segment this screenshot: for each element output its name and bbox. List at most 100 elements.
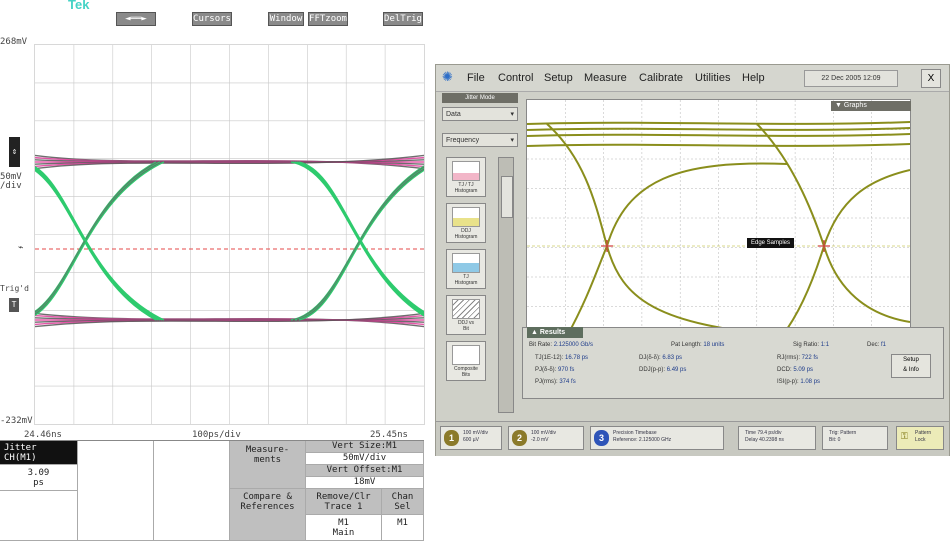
frequency-dropdown[interactable]: Frequency ▾	[442, 133, 518, 147]
menu-setup[interactable]: Setup	[544, 72, 573, 84]
tek-y-top-label: 268mV	[0, 37, 28, 47]
eye-top-rail	[526, 121, 911, 125]
tek-logo: Tek	[68, 0, 90, 12]
ddj-histogram-button[interactable]: DDJ Histogram	[446, 203, 486, 243]
bar-chart-icon	[452, 299, 480, 319]
menu-help[interactable]: Help	[742, 72, 765, 84]
tek-x-left-label: 24.46ns	[24, 430, 62, 440]
tek-timebase-label: 100ps/div	[192, 430, 241, 440]
tek-empty-cell	[0, 491, 78, 541]
dca-menubar: ✺ File Control Setup Measure Calibrate U…	[436, 65, 949, 92]
tek-measurement-panel: Jitter CH(M1) 3.09 ps Measure- ments Ver…	[0, 440, 424, 541]
histogram-icon	[452, 161, 480, 181]
histogram-icon	[452, 207, 480, 227]
jitter-mode-tab[interactable]: Jitter Mode	[442, 93, 518, 103]
vert-offset-value[interactable]: 18mV	[306, 477, 424, 489]
dca-graph-area[interactable]: Edge Samples	[526, 99, 911, 337]
side-panel-scrollbar[interactable]	[498, 157, 514, 413]
tek-y-bottom-label: -232mV	[0, 416, 33, 426]
pattern-lock-button[interactable]: ⚿ Pattern Lock	[896, 426, 944, 450]
setup-info-button[interactable]: Setup & Info	[891, 354, 931, 378]
pj-rms-result: PJ(rms): 374 fs	[535, 379, 576, 385]
tek-deltrig-button[interactable]: DelTrig	[383, 12, 423, 26]
eye-top-rail	[526, 133, 911, 137]
chan-sel-button[interactable]: Chan Sel	[382, 489, 424, 515]
tek-y-scale-label: 50mV /div	[0, 172, 22, 191]
menu-file[interactable]: File	[467, 72, 485, 84]
edge-samples-label: Edge Samples	[747, 238, 795, 248]
measurements-button[interactable]: Measure- ments	[230, 441, 306, 489]
sig-ratio-field: Sig Ratio: 1:1	[793, 342, 830, 348]
crossing-marker-icon	[818, 240, 830, 252]
results-tab[interactable]: ▲ Results	[527, 327, 583, 338]
data-mode-dropdown[interactable]: Data ▾	[442, 107, 518, 121]
remove-clear-trace-value: M1 Main	[306, 515, 382, 541]
dcd-result: DCD: 5.09 ps	[777, 367, 814, 373]
menu-control[interactable]: Control	[498, 72, 533, 84]
trigger-marker-icon[interactable]: T	[9, 298, 19, 312]
ddj-result: DDJ(p-p): 6.49 ps	[639, 367, 687, 373]
channel-1-button[interactable]: 1 100 mV/div 600 µV	[440, 426, 502, 450]
vert-size-value[interactable]: 50mV/div	[306, 453, 424, 465]
channel-1-badge: 1	[444, 430, 459, 446]
dca-eye-diagram	[526, 100, 911, 337]
rj-result: RJ(rms): 722 fs	[777, 355, 819, 361]
tek-empty-cell	[78, 441, 154, 541]
eye-rising-edge	[298, 169, 424, 321]
tek-x-right-label: 25.45ns	[370, 430, 408, 440]
composite-bits-button[interactable]: Composite Bits	[446, 341, 486, 381]
channel-2-button[interactable]: 2 100 mV/div -2.0 mV	[508, 426, 584, 450]
channel-2-badge: 2	[512, 430, 527, 446]
trigger-button[interactable]: Trig: Pattern Bit: 0	[822, 426, 888, 450]
jitter-measurement-title[interactable]: Jitter CH(M1)	[0, 441, 78, 465]
pj-pp-result: PJ(δ-δ): 970 fs	[535, 367, 575, 373]
dec-field: Dec: f1	[867, 342, 887, 348]
waveform-icon	[452, 345, 480, 365]
vert-size-title[interactable]: Vert Size:M1	[306, 441, 424, 453]
isi-result: ISI(p-p): 1.08 ps	[777, 379, 821, 385]
lock-icon: ⚿	[901, 431, 908, 441]
tek-fftzoom-button[interactable]: FFTzoom	[308, 12, 348, 26]
menu-calibrate[interactable]: Calibrate	[639, 72, 683, 84]
pattern-length-field: Pat Length: 18 units	[671, 342, 725, 348]
close-icon[interactable]: X	[921, 69, 941, 88]
bit-rate-field: Bit Rate: 2.125000 Gb/s	[529, 342, 594, 348]
tek-trig-label: Trig'd	[0, 284, 29, 293]
histogram-icon	[452, 253, 480, 273]
agilent-logo-icon: ✺	[442, 70, 453, 85]
tek-waveform-display[interactable]	[34, 44, 425, 425]
precision-timebase-button[interactable]: 3 Precision Timebase Reference: 2.125000 …	[590, 426, 724, 450]
vert-offset-title[interactable]: Vert Offset:M1	[306, 465, 424, 477]
menu-utilities[interactable]: Utilities	[695, 72, 730, 84]
chevron-down-icon: ▾	[510, 111, 514, 118]
scrollbar-thumb[interactable]	[501, 176, 513, 218]
eye-rising-edge	[781, 169, 911, 337]
graphs-tab[interactable]: ▼ Graphs	[831, 101, 911, 111]
results-panel: ▲ Results Bit Rate: 2.125000 Gb/s Pat Le…	[522, 327, 944, 399]
ground-marker-icon: ⌁	[18, 243, 24, 253]
timebase-button[interactable]: Time 79.4 ps/div Delay 40.2398 ns	[738, 426, 816, 450]
menu-measure[interactable]: Measure	[584, 72, 627, 84]
tek-empty-cell	[154, 441, 230, 541]
crossing-marker-icon	[601, 240, 613, 252]
chevron-down-icon: ▾	[510, 137, 514, 144]
jitter-measurement-value: 3.09 ps	[0, 465, 78, 491]
compare-references-button[interactable]: Compare & References	[230, 489, 306, 541]
dca-status-bar: 1 100 mV/div 600 µV 2 100 mV/div -2.0 mV 3…	[436, 421, 949, 456]
tj-result: TJ(1E-12): 16.78 ps	[535, 355, 589, 361]
tek-eye-diagram	[35, 45, 424, 424]
channel-marker-icon[interactable]: ⇕	[9, 137, 20, 167]
date-time-display: 22 Dec 2005 12:09	[804, 70, 898, 87]
channel-3-badge: 3	[594, 430, 609, 446]
tj-histogram-button[interactable]: TJ / TJ Histogram	[446, 157, 486, 197]
dj-result: DJ(δ-δ): 6.83 ps	[639, 355, 683, 361]
tek-window-button[interactable]: Window	[268, 12, 304, 26]
dca-window: ✺ File Control Setup Measure Calibrate U…	[435, 64, 950, 456]
remove-clear-trace-button[interactable]: Remove/Clr Trace 1	[306, 489, 382, 515]
tek-cursors-button[interactable]: Cursors	[192, 12, 232, 26]
chan-sel-value: M1	[382, 515, 424, 541]
tek-arrows-button[interactable]: ◄══►	[116, 12, 156, 26]
eye-rising-edge	[566, 162, 788, 337]
ddj-vs-bit-button[interactable]: DDJ vs Bit	[446, 295, 486, 335]
tj-histogram-2-button[interactable]: TJ Histogram	[446, 249, 486, 289]
